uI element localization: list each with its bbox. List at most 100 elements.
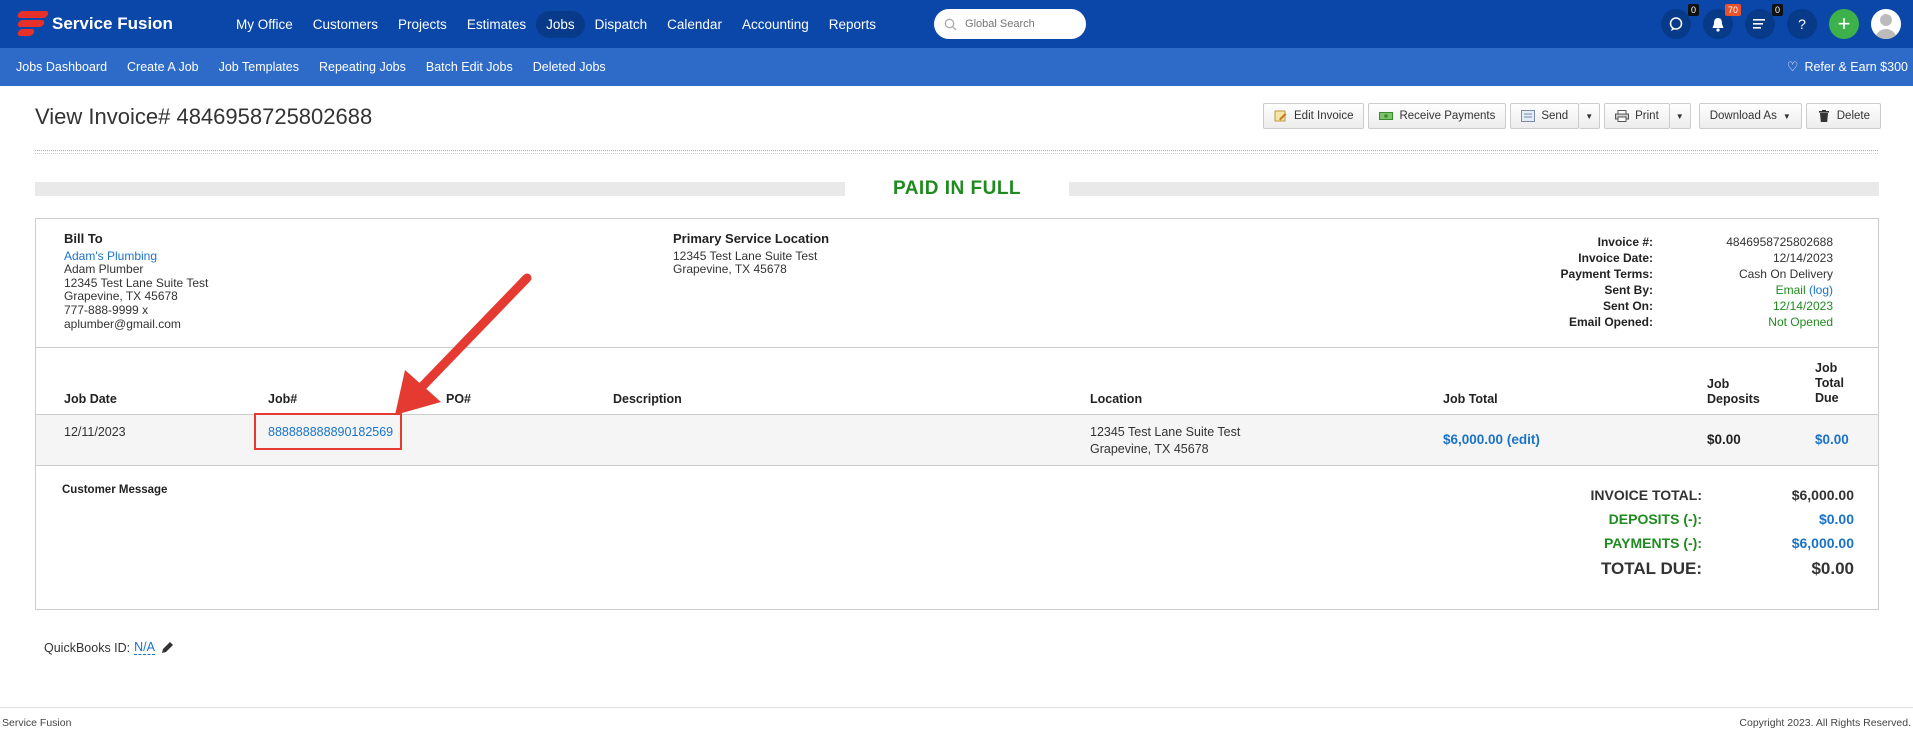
tasks-button[interactable]: 0 — [1745, 4, 1783, 39]
footer: Service Fusion Copyright 2023. All Right… — [0, 707, 1913, 734]
bill-to-address-1: 12345 Test Lane Suite Test — [64, 275, 209, 290]
subnav-repeating-jobs[interactable]: Repeating Jobs — [319, 60, 406, 74]
receive-payments-button[interactable]: Receive Payments — [1368, 103, 1507, 129]
total-due-label: TOTAL DUE: — [1600, 559, 1702, 578]
footer-copyright: Copyright 2023. All Rights Reserved. — [1739, 717, 1911, 729]
nav-customers[interactable]: Customers — [303, 11, 388, 38]
bill-to-address-2: Grapevine, TX 45678 — [64, 289, 178, 304]
logo[interactable]: Service Fusion — [14, 9, 214, 39]
subnav-jobs-dashboard[interactable]: Jobs Dashboard — [16, 60, 107, 74]
download-as-button[interactable]: Download As ▼ — [1698, 103, 1802, 129]
sub-navbar: Jobs Dashboard Create A Job Job Template… — [0, 48, 1913, 86]
customer-link[interactable]: Adam's Plumbing — [64, 249, 157, 263]
service-fusion-logo-icon — [14, 9, 50, 39]
download-as-label: Download As — [1709, 110, 1777, 122]
service-location-address-1: 12345 Test Lane Suite Test — [673, 248, 818, 263]
annotation-arrow-icon — [395, 273, 532, 415]
highlight-box — [254, 413, 402, 450]
caret-down-icon: ▼ — [1585, 111, 1594, 121]
bill-to-section: Bill To Adam's Plumbing Adam Plumber 123… — [64, 232, 208, 331]
nav-dispatch[interactable]: Dispatch — [585, 11, 658, 38]
nav-calendar[interactable]: Calendar — [657, 11, 732, 38]
delete-button[interactable]: Delete — [1805, 103, 1881, 129]
subnav-create-a-job[interactable]: Create A Job — [127, 60, 199, 74]
status-bar-left — [35, 182, 845, 196]
service-location-address-2: Grapevine, TX 45678 — [673, 262, 787, 277]
total-due: $0.00 — [1811, 559, 1854, 578]
send-button[interactable]: Send — [1510, 103, 1580, 129]
sent-by-label: Sent By: — [1604, 283, 1653, 297]
chat-count-badge: 0 — [1687, 4, 1699, 16]
row-location-line-1: 12345 Test Lane Suite Test — [1090, 425, 1241, 439]
invoice-no: 4846958725802688 — [1726, 235, 1833, 249]
heart-icon: ♡ — [1786, 59, 1799, 74]
quickbooks-id: QuickBooks ID: N/A — [44, 640, 174, 655]
row-total-due: $0.00 — [1815, 432, 1849, 447]
col-job-deposits-line: Job — [1707, 377, 1730, 391]
search-input[interactable] — [965, 18, 1076, 30]
status-bar-right — [1069, 182, 1879, 196]
invoice-meta: Invoice #: 4846958725802688 Invoice Date:… — [1523, 235, 1833, 331]
edit-invoice-label: Edit Invoice — [1294, 110, 1354, 122]
row-location-line-2: Grapevine, TX 45678 — [1090, 442, 1209, 456]
nav-jobs[interactable]: Jobs — [536, 10, 585, 38]
print-button[interactable]: Print — [1604, 103, 1670, 129]
pencil-icon[interactable] — [161, 641, 174, 654]
job-total-value: $6,000.00 — [1443, 432, 1504, 447]
sent-on-label: Sent On: — [1603, 299, 1653, 313]
row-location: 12345 Test Lane Suite Test Grapevine, TX… — [1090, 424, 1240, 458]
totals-section: INVOICE TOTAL: $6,000.00 DEPOSITS (-): $0.… — [1502, 487, 1854, 587]
col-job-date: Job Date — [64, 392, 117, 406]
avatar[interactable] — [1871, 9, 1901, 39]
divider — [36, 347, 1878, 348]
col-description: Description — [613, 392, 682, 406]
sent-by-value: Email (log) — [1653, 283, 1833, 299]
logo-text: Service Fusion — [52, 14, 173, 33]
caret-down-icon: ▼ — [1782, 111, 1791, 121]
refer-label: Refer & Earn $300 — [1804, 60, 1908, 74]
status-banner: PAID IN FULL — [892, 178, 1022, 199]
nav-reports[interactable]: Reports — [819, 11, 886, 38]
nav-my-office[interactable]: My Office — [226, 11, 303, 38]
nav-estimates[interactable]: Estimates — [457, 11, 536, 38]
printer-icon — [1615, 110, 1630, 122]
bill-to-heading: Bill To — [64, 231, 103, 246]
notifications-button[interactable]: 70 — [1703, 4, 1741, 39]
invoice-total-label: INVOICE TOTAL: — [1590, 487, 1702, 503]
payment-terms: Cash On Delivery — [1738, 267, 1833, 281]
send-dropdown-button[interactable]: ▼ — [1579, 103, 1601, 129]
page-title: View Invoice# 4846958725802688 — [35, 104, 373, 129]
main-nav: My Office Customers Projects Estimates J… — [226, 10, 886, 38]
col-job-deposits-line: Deposits — [1707, 392, 1760, 406]
add-button[interactable]: + — [1829, 9, 1859, 39]
customer-message-label: Customer Message — [62, 484, 168, 496]
subnav-job-templates[interactable]: Job Templates — [219, 60, 299, 74]
invoice-total: $6,000.00 — [1791, 487, 1854, 503]
global-search[interactable] — [934, 9, 1087, 39]
subnav-batch-edit-jobs[interactable]: Batch Edit Jobs — [426, 60, 513, 74]
email-opened: Not Opened — [1768, 315, 1833, 329]
chat-button[interactable]: 0 — [1661, 4, 1699, 39]
bell-icon — [1712, 17, 1724, 32]
col-job-total-due: Job Total Due — [1815, 361, 1844, 406]
deposits-label: DEPOSITS (-): — [1608, 511, 1702, 527]
nav-projects[interactable]: Projects — [388, 11, 457, 38]
nav-accounting[interactable]: Accounting — [732, 11, 819, 38]
service-location-heading: Primary Service Location — [673, 231, 830, 246]
refer-and-earn-link[interactable]: ♡ Refer & Earn $300 — [1787, 59, 1908, 75]
quickbooks-id-link[interactable]: N/A — [134, 640, 155, 655]
row-job-total: $6,000.00 (edit) — [1443, 431, 1540, 448]
col-job-total-due-line: Total — [1815, 376, 1844, 390]
help-button[interactable]: ? — [1787, 9, 1817, 39]
caret-down-icon: ▼ — [1675, 111, 1684, 121]
edit-icon — [1274, 110, 1287, 122]
edit-job-total-link[interactable]: (edit) — [1507, 432, 1540, 447]
email-log-link[interactable]: (log) — [1809, 283, 1833, 297]
subnav-deleted-jobs[interactable]: Deleted Jobs — [533, 60, 606, 74]
payments-label: PAYMENTS (-): — [1604, 535, 1702, 551]
print-dropdown-button[interactable]: ▼ — [1669, 103, 1691, 129]
top-navbar: Service Fusion My Office Customers Proje… — [0, 0, 1913, 48]
print-label: Print — [1635, 110, 1659, 122]
chat-icon — [1669, 17, 1683, 31]
edit-invoice-button[interactable]: Edit Invoice — [1263, 103, 1365, 129]
